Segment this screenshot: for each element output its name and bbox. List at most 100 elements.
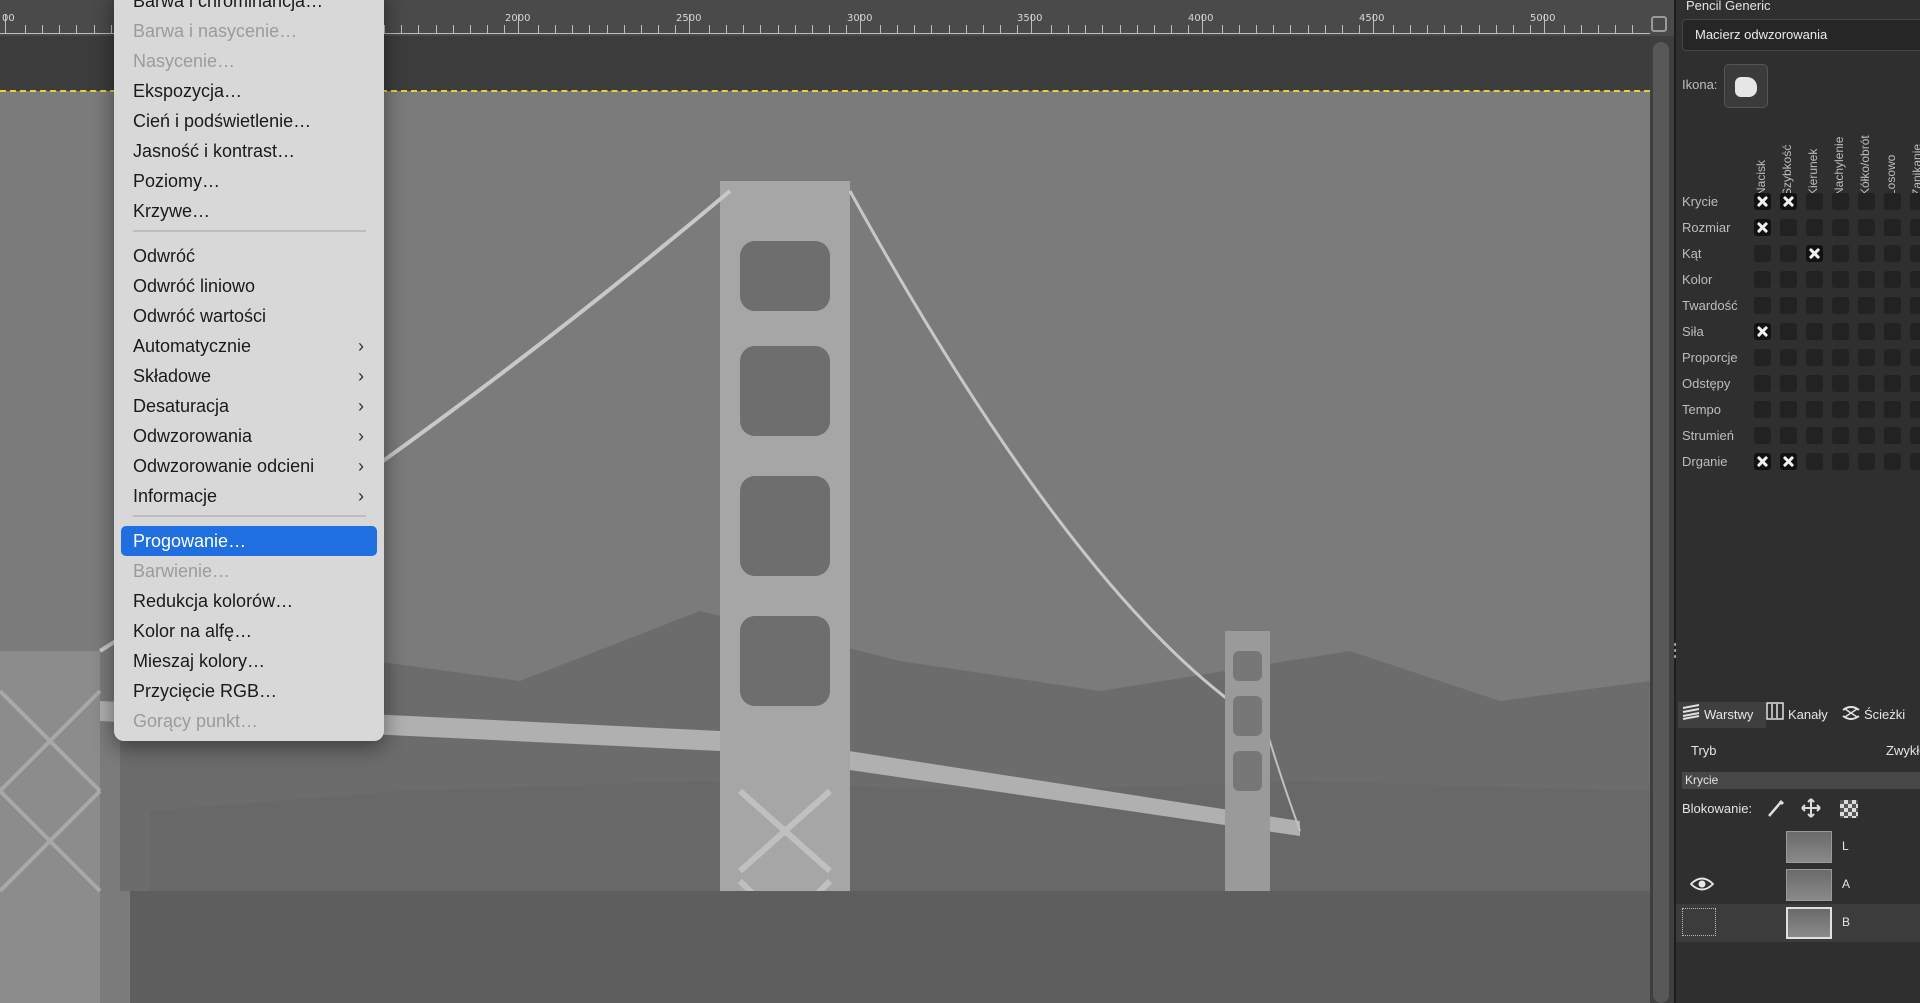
matrix-checkbox[interactable] [1754,349,1771,366]
matrix-checkbox[interactable] [1780,271,1797,288]
matrix-checkbox[interactable] [1910,375,1920,392]
menu-item-hue-chroma[interactable]: Barwa i chrominancja… [114,0,384,16]
matrix-checkbox[interactable] [1806,349,1823,366]
layer-mode-selector[interactable]: Tryb Zwykłe [1682,737,1920,765]
menu-item-hue-saturation[interactable]: Barwa i nasycenie… [114,16,384,46]
matrix-checkbox[interactable] [1754,375,1771,392]
matrix-checkbox[interactable] [1884,271,1901,288]
matrix-checkbox[interactable] [1910,323,1920,340]
chain-toggle[interactable] [1682,908,1716,936]
matrix-checkbox[interactable] [1910,427,1920,444]
matrix-checkbox[interactable] [1858,271,1875,288]
menu-item-hot-spot[interactable]: Gorący punkt… [114,706,384,736]
menu-item-colorize[interactable]: Barwienie… [114,556,384,586]
matrix-checkbox[interactable] [1806,427,1823,444]
menu-item-saturation[interactable]: Nasycenie… [114,46,384,76]
menu-item-map[interactable]: Odwzorowania › [114,421,384,451]
menu-item-shadows-highlights[interactable]: Cień i podświetlenie… [114,106,384,136]
menu-item-auto[interactable]: Automatycznie › [114,331,384,361]
matrix-checkbox[interactable] [1858,453,1875,470]
matrix-checkbox[interactable] [1806,219,1823,236]
menu-item-levels[interactable]: Poziomy… [114,166,384,196]
matrix-checkbox[interactable] [1832,193,1849,210]
matrix-checkbox[interactable] [1780,245,1797,262]
matrix-checkbox[interactable] [1884,323,1901,340]
menu-item-info[interactable]: Informacje › [114,481,384,511]
matrix-checkbox[interactable] [1910,401,1920,418]
tab-paths[interactable]: Ścieżki [1842,702,1920,728]
matrix-checkbox[interactable] [1832,219,1849,236]
layer-row[interactable]: A [1676,866,1920,904]
menu-item-linear-invert[interactable]: Odwróć liniowo [114,271,384,301]
matrix-checkbox[interactable] [1780,219,1797,236]
matrix-checkbox[interactable] [1832,375,1849,392]
matrix-checkbox[interactable] [1858,297,1875,314]
lock-alpha-icon[interactable] [1840,800,1858,818]
menu-item-value-invert[interactable]: Odwróć wartości [114,301,384,331]
matrix-checkbox[interactable] [1858,375,1875,392]
matrix-checkbox[interactable] [1910,453,1920,470]
matrix-checkbox[interactable] [1884,297,1901,314]
matrix-checkbox[interactable] [1754,427,1771,444]
menu-item-tone-mapping[interactable]: Odwzorowanie odcieni › [114,451,384,481]
matrix-checkbox[interactable] [1780,323,1797,340]
matrix-checkbox[interactable] [1806,323,1823,340]
matrix-checkbox[interactable] [1910,219,1920,236]
matrix-checkbox[interactable] [1858,323,1875,340]
matrix-checkbox[interactable] [1910,193,1920,210]
matrix-checkbox[interactable] [1832,401,1849,418]
matrix-checkbox-checked[interactable] [1754,193,1771,210]
eye-icon[interactable] [1689,876,1715,892]
lock-pixels-icon[interactable] [1765,798,1787,820]
matrix-checkbox[interactable] [1832,427,1849,444]
matrix-checkbox[interactable] [1910,271,1920,288]
menu-item-brightness-contrast[interactable]: Jasność i kontrast… [114,136,384,166]
matrix-checkbox[interactable] [1884,427,1901,444]
tab-channels[interactable]: Kanały [1766,702,1838,728]
matrix-checkbox[interactable] [1780,297,1797,314]
matrix-checkbox[interactable] [1806,271,1823,288]
matrix-checkbox[interactable] [1832,297,1849,314]
navigate-icon[interactable] [1651,16,1667,32]
matrix-checkbox[interactable] [1884,401,1901,418]
matrix-checkbox[interactable] [1754,297,1771,314]
menu-item-rgb-clip[interactable]: Przycięcie RGB… [114,676,384,706]
tab-layers[interactable]: Warstwy [1678,702,1766,728]
menu-item-invert[interactable]: Odwróć [114,241,384,271]
matrix-checkbox[interactable] [1754,401,1771,418]
menu-item-desaturate[interactable]: Desaturacja › [114,391,384,421]
matrix-checkbox[interactable] [1780,427,1797,444]
matrix-checkbox[interactable] [1858,349,1875,366]
matrix-checkbox-checked[interactable] [1780,193,1797,210]
matrix-checkbox[interactable] [1832,349,1849,366]
matrix-checkbox[interactable] [1858,219,1875,236]
matrix-checkbox-checked[interactable] [1754,323,1771,340]
matrix-checkbox[interactable] [1806,193,1823,210]
matrix-checkbox[interactable] [1832,245,1849,262]
vertical-scroll-thumb[interactable] [1653,42,1669,1003]
matrix-checkbox[interactable] [1884,193,1901,210]
mapping-matrix-selector[interactable]: Macierz odwzorowania [1682,19,1920,51]
matrix-checkbox[interactable] [1780,375,1797,392]
matrix-checkbox[interactable] [1858,401,1875,418]
menu-item-posterize[interactable]: Redukcja kolorów… [114,586,384,616]
matrix-checkbox[interactable] [1754,245,1771,262]
matrix-checkbox[interactable] [1832,453,1849,470]
matrix-checkbox[interactable] [1832,323,1849,340]
opacity-slider[interactable]: Krycie [1682,772,1920,789]
lock-position-icon[interactable] [1800,798,1822,820]
menu-item-curves[interactable]: Krzywe… [114,196,384,226]
matrix-checkbox[interactable] [1832,271,1849,288]
menu-item-color-to-alpha[interactable]: Kolor na alfę… [114,616,384,646]
matrix-checkbox[interactable] [1910,349,1920,366]
matrix-checkbox[interactable] [1806,297,1823,314]
dynamics-icon-button[interactable] [1724,64,1768,108]
matrix-checkbox-checked[interactable] [1780,453,1797,470]
matrix-checkbox[interactable] [1806,375,1823,392]
layer-row[interactable]: L [1676,828,1920,866]
matrix-checkbox-checked[interactable] [1806,245,1823,262]
matrix-checkbox[interactable] [1780,349,1797,366]
matrix-checkbox[interactable] [1858,427,1875,444]
matrix-checkbox[interactable] [1910,297,1920,314]
matrix-checkbox[interactable] [1754,271,1771,288]
